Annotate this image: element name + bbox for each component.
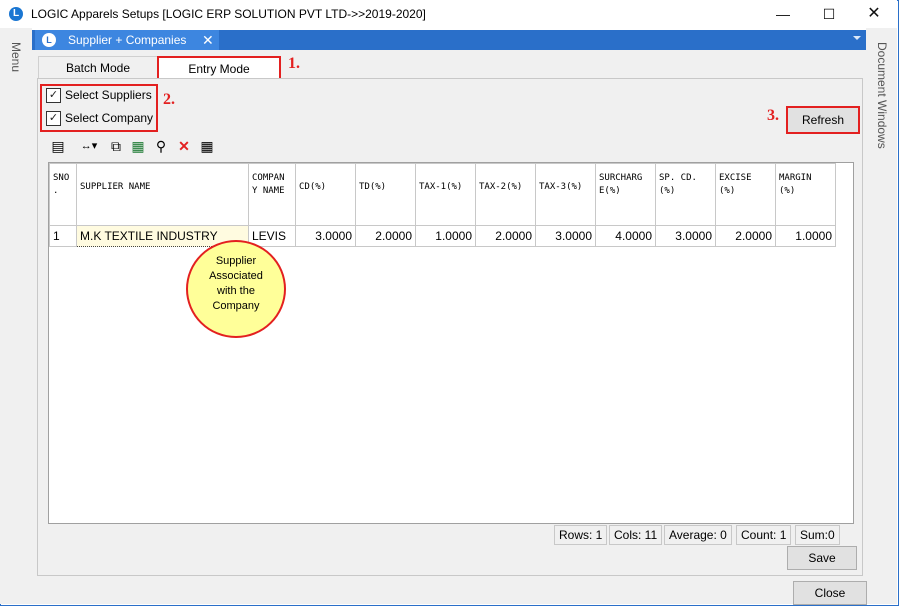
col-header-sp-cd[interactable]: SP. CD. (%) [655,163,716,226]
col-header-surcharge[interactable]: SURCHARG E(%) [595,163,656,226]
callout-line-1: Supplier [215,255,257,267]
col-header-sno[interactable]: SNO . [49,163,77,226]
col-header-margin[interactable]: MARGIN (%) [775,163,836,226]
cell-surcharge[interactable]: 4.0000 [595,225,656,247]
cell-margin[interactable]: 1.0000 [775,225,836,247]
callout-line-3: with the [217,285,255,297]
table-row[interactable]: 1 M.K TEXTILE INDUSTRY LEVIS 3.0000 2.00… [49,225,836,247]
col-header-td[interactable]: TD(%) [355,163,416,226]
status-sum: Sum:0 [795,525,840,545]
minimize-button[interactable]: — [760,0,806,28]
close-button[interactable]: Close [793,581,867,605]
status-count: Count: 1 [736,525,792,545]
excel-icon[interactable]: ▦ [129,138,147,154]
save-button[interactable]: Save [787,546,857,570]
cell-td[interactable]: 2.0000 [355,225,416,247]
col-header-tax2[interactable]: TAX-2(%) [475,163,536,226]
callout-line-4: Company [212,300,260,312]
tab-dropdown-icon[interactable] [853,36,861,40]
select-company-checkbox[interactable]: ✓ [46,111,61,126]
grid-icon[interactable]: ▦ [198,138,216,154]
cell-cd[interactable]: 3.0000 [295,225,356,247]
annotation-1: 1. [288,55,300,72]
data-table: SNO . SUPPLIER NAME COMPAN Y NAME CD(%) … [49,163,836,247]
status-rows: Rows: 1 [554,525,608,545]
cell-excise[interactable]: 2.0000 [715,225,776,247]
select-company-label[interactable]: Select Company [65,111,153,125]
tab-close-icon[interactable]: ✕ [202,32,214,49]
binoculars-icon[interactable]: ⚲ [152,138,170,154]
tab-batch-mode[interactable]: Batch Mode [38,56,158,79]
cell-sno[interactable]: 1 [49,225,77,247]
maximize-button[interactable]: ☐ [806,0,852,28]
col-header-tax3[interactable]: TAX-3(%) [535,163,596,226]
callout-bubble: Supplier Associated with the Company [186,240,286,338]
copy-icon[interactable]: ⧉ [107,138,125,154]
resize-columns-icon[interactable]: ↔▾ [78,138,100,154]
col-header-excise[interactable]: EXCISE (%) [715,163,776,226]
annotation-3: 3. [767,107,779,124]
form-icon[interactable]: ▤ [49,138,67,154]
cell-sp-cd[interactable]: 3.0000 [655,225,716,247]
tab-supplier-companies[interactable]: L Supplier + Companies ✕ [35,30,219,50]
window-title: LOGIC Apparels Setups [LOGIC ERP SOLUTIO… [31,7,426,21]
col-header-supplier-name[interactable]: SUPPLIER NAME [76,163,249,226]
select-suppliers-checkbox[interactable]: ✓ [46,88,61,103]
cell-tax3[interactable]: 3.0000 [535,225,596,247]
col-header-tax1[interactable]: TAX-1(%) [415,163,476,226]
status-average: Average: 0 [664,525,732,545]
menu-rail-label[interactable]: Menu [9,42,23,72]
status-cols: Cols: 11 [609,525,663,545]
document-windows-label[interactable]: Document Windows [875,42,889,149]
cell-tax2[interactable]: 2.0000 [475,225,536,247]
select-suppliers-label[interactable]: Select Suppliers [65,88,152,102]
refresh-button[interactable]: Refresh [786,106,860,134]
title-bar: L LOGIC Apparels Setups [LOGIC ERP SOLUT… [0,0,897,28]
logic-logo-icon: L [42,33,56,47]
close-window-button[interactable]: ✕ [851,0,897,28]
menu-rail[interactable] [0,28,32,604]
app-logo-icon: L [9,7,23,21]
cell-tax1[interactable]: 1.0000 [415,225,476,247]
col-header-cd[interactable]: CD(%) [295,163,356,226]
col-header-company-name[interactable]: COMPAN Y NAME [248,163,296,226]
annotation-2: 2. [163,91,175,108]
header-row: SNO . SUPPLIER NAME COMPAN Y NAME CD(%) … [49,163,836,226]
tab-label: Supplier + Companies [68,33,187,47]
callout-line-2: Associated [209,270,263,282]
supplier-company-grid[interactable]: SNO . SUPPLIER NAME COMPAN Y NAME CD(%) … [48,162,854,524]
delete-icon[interactable]: ✕ [175,138,193,154]
